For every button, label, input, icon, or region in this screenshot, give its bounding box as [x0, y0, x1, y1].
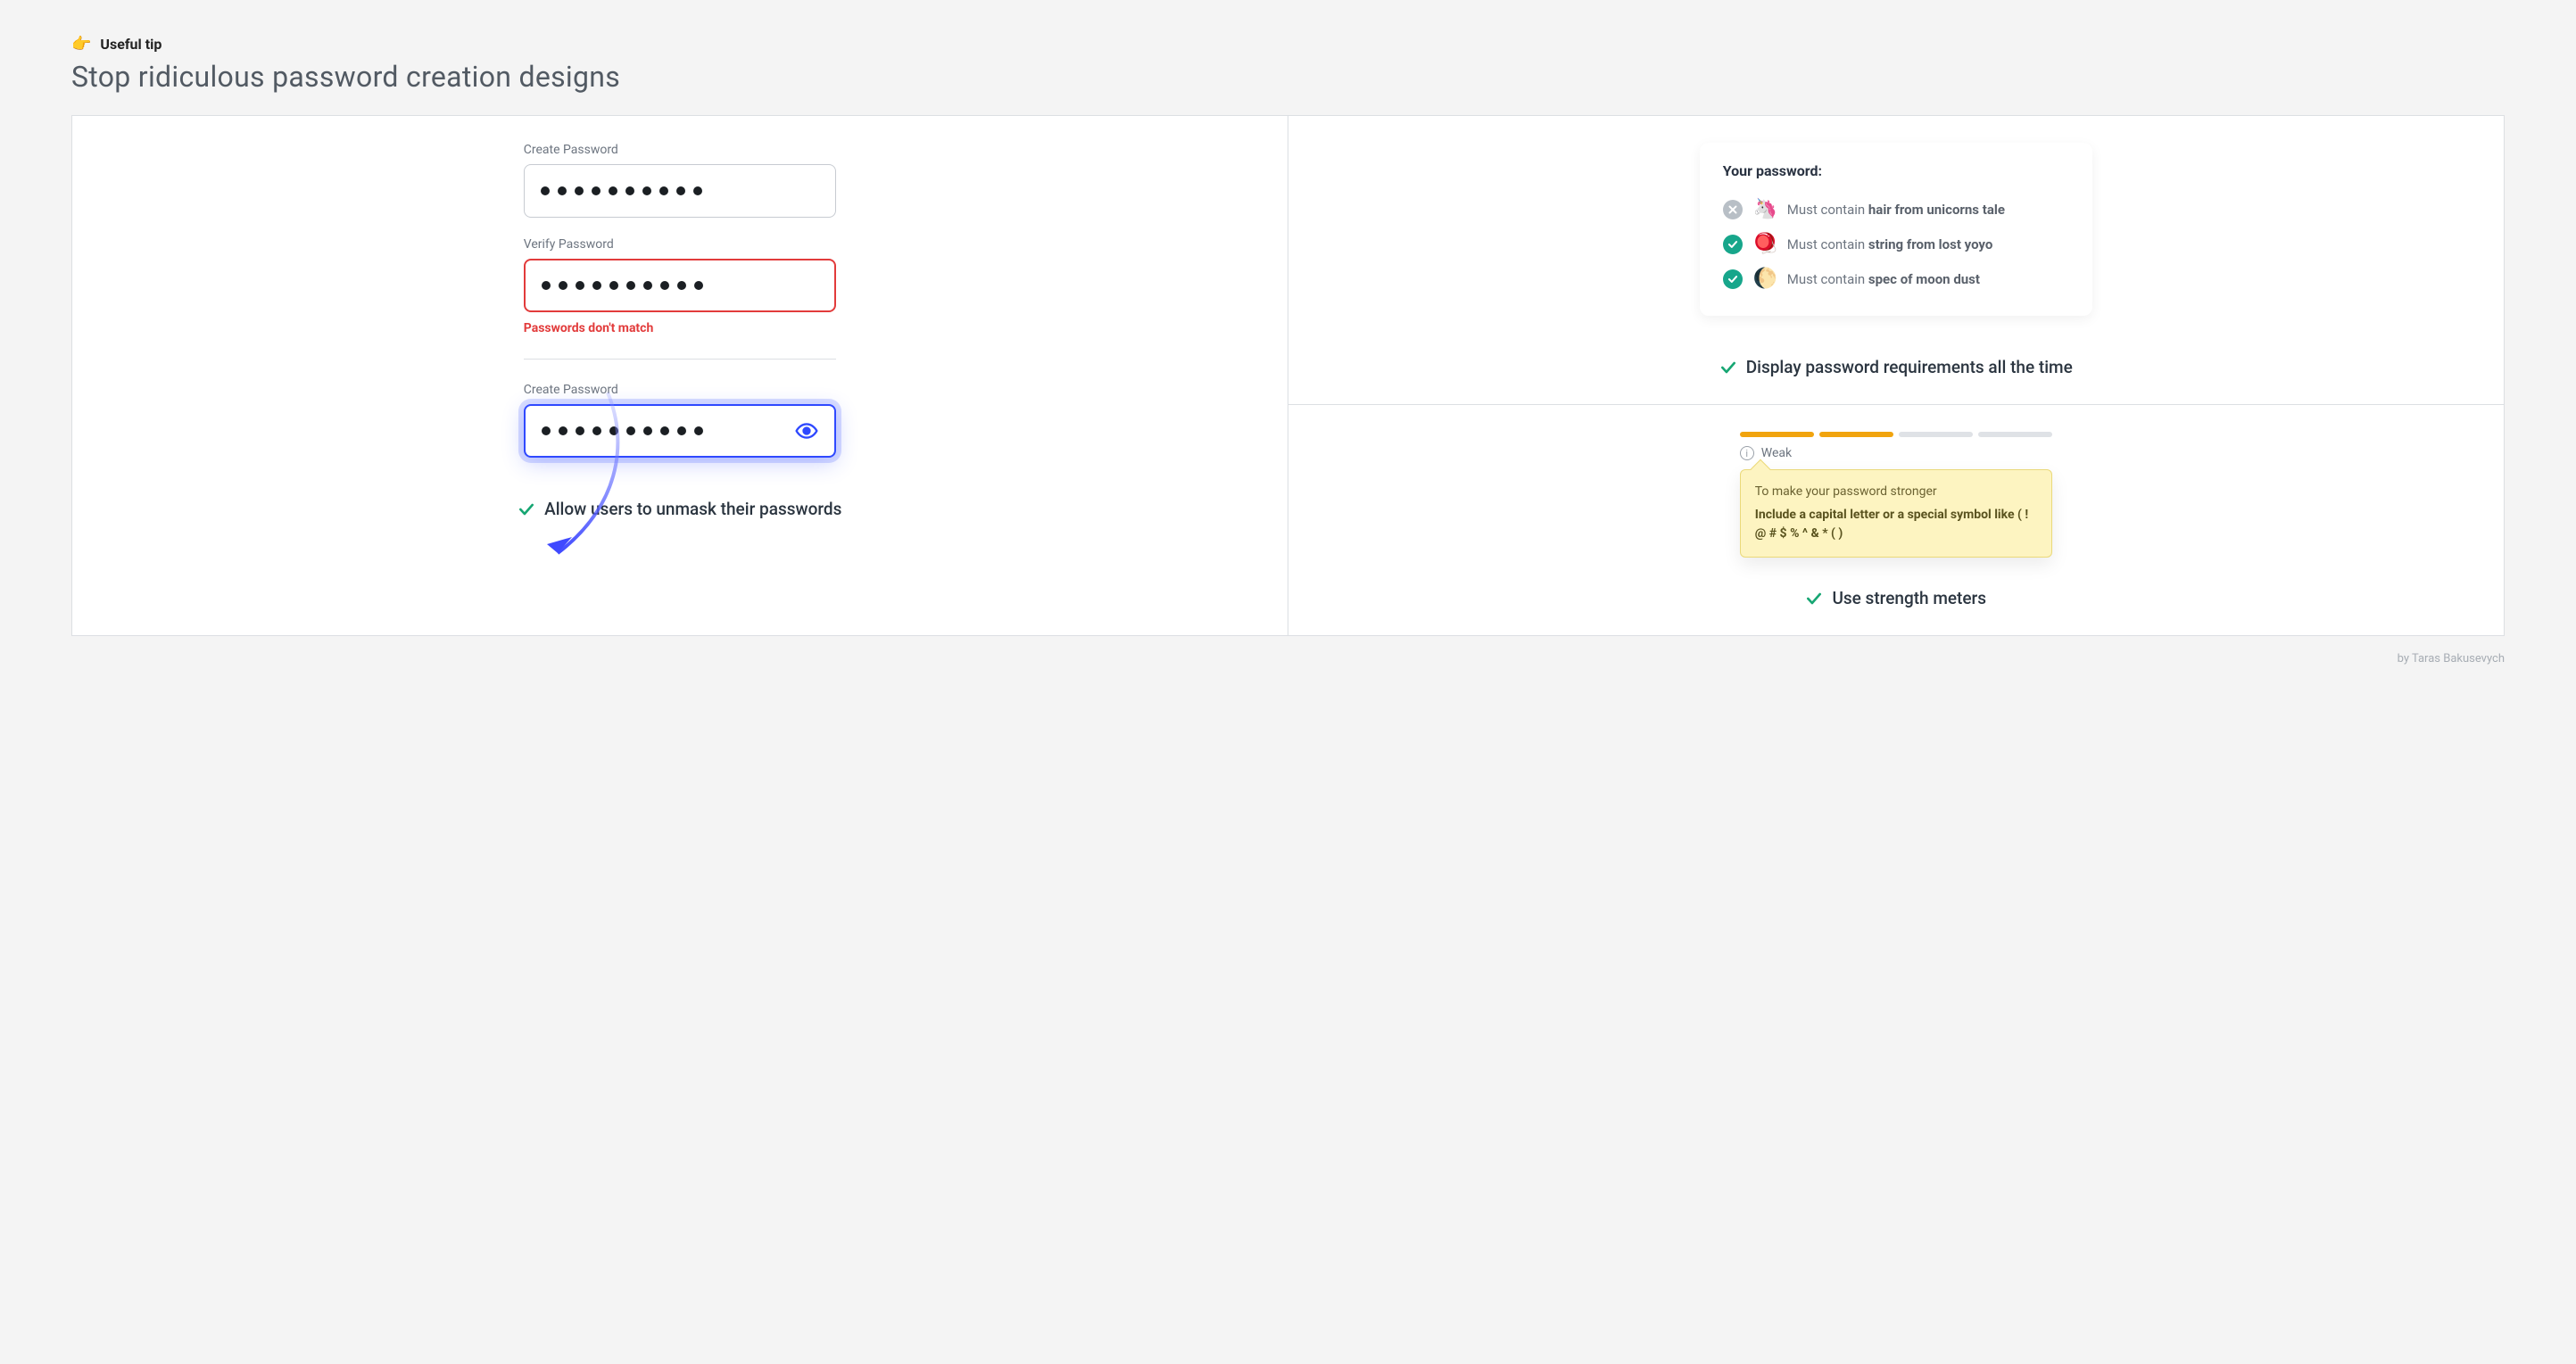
left-tip: Allow users to unmask their passwords: [518, 499, 841, 519]
strength-bar-segment: [1740, 432, 1814, 437]
requirements-title: Your password:: [1723, 162, 2069, 179]
password-mismatch-error: Passwords don't match: [524, 321, 836, 335]
requirement-row: 🌔 Must contain spec of moon dust: [1723, 261, 2069, 296]
strength-bar-segment: [1819, 432, 1893, 437]
strength-tip: Use strength meters: [1321, 588, 2472, 608]
requirements-tip-text: Display password requirements all the ti…: [1746, 357, 2073, 377]
rule-text: Must contain hair from unicorns tale: [1787, 202, 2005, 218]
requirements-card: Your password: 🦄 Must contain hair from u…: [1700, 143, 2092, 316]
strength-tip-text: Use strength meters: [1832, 588, 1986, 608]
requirement-row: 🦄 Must contain hair from unicorns tale: [1723, 192, 2069, 227]
strength-tooltip: To make your password stronger Include a…: [1740, 469, 2052, 558]
check-icon: [1805, 590, 1823, 608]
credit: by Taras Bakusevych: [71, 652, 2505, 665]
requirement-row: 🪀 Must contain string from lost yoyo: [1723, 227, 2069, 261]
requirements-list: 🦄 Must contain hair from unicorns tale 🪀 Mu…: [1723, 192, 2069, 296]
verify-password-input[interactable]: [524, 259, 836, 312]
create-password-label-improved: Create Password: [524, 383, 836, 397]
create-password-input-with-unmask[interactable]: [524, 404, 836, 458]
header: 👉 Useful tip Stop ridiculous password cr…: [71, 36, 2505, 94]
rule-text: Must contain spec of moon dust: [1787, 271, 1980, 287]
page-title: Stop ridiculous password creation design…: [71, 60, 2505, 94]
requirements-column: Your password: 🦄 Must contain hair from u…: [1288, 116, 2505, 405]
tooltip-line1: To make your password stronger: [1755, 483, 2037, 502]
strength-label-row: i Weak: [1740, 446, 2052, 460]
check-circle-icon: [1723, 235, 1743, 254]
verify-password-label: Verify Password: [524, 237, 836, 252]
left-tip-text: Allow users to unmask their passwords: [544, 499, 841, 519]
strength-bar-segment: [1899, 432, 1973, 437]
x-circle-icon: [1723, 200, 1743, 219]
info-icon: i: [1740, 446, 1754, 460]
create-password-input[interactable]: [524, 164, 836, 218]
password-form-bad: Create Password Verify Password Password…: [524, 143, 836, 458]
tooltip-line2: Include a capital letter or a special sy…: [1755, 506, 2037, 544]
create-password-label: Create Password: [524, 143, 836, 157]
divider: [524, 359, 836, 360]
tip-badge: 👉 Useful tip: [71, 36, 2505, 53]
requirements-tip: Display password requirements all the ti…: [1321, 357, 2472, 377]
strength-label: Weak: [1761, 446, 1792, 460]
rule-emoji-icon: 🪀: [1753, 233, 1777, 255]
main-panel: Create Password Verify Password Password…: [71, 115, 2505, 636]
pointing-hand-icon: 👉: [71, 37, 91, 53]
check-circle-icon: [1723, 269, 1743, 289]
check-icon: [1719, 359, 1737, 376]
rule-text: Must contain string from lost yoyo: [1787, 236, 1993, 252]
strength-meter: i Weak To make your password stronger In…: [1740, 432, 2052, 558]
tip-badge-label: Useful tip: [100, 36, 162, 53]
tooltip-caret-icon: [1750, 459, 1770, 480]
strength-bar-segment: [1978, 432, 2052, 437]
rule-emoji-icon: 🦄: [1753, 198, 1777, 220]
rule-emoji-icon: 🌔: [1753, 268, 1777, 290]
left-column: Create Password Verify Password Password…: [72, 116, 1288, 635]
eye-icon[interactable]: [795, 419, 818, 442]
check-icon: [518, 500, 535, 518]
strength-bars: [1740, 432, 2052, 437]
strength-column: i Weak To make your password stronger In…: [1288, 405, 2505, 635]
